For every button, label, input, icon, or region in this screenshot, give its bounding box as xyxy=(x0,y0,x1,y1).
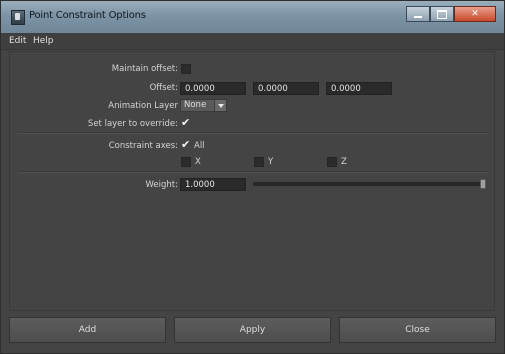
menu-help[interactable]: Help xyxy=(33,36,54,46)
minimize-icon xyxy=(414,16,422,18)
axis-z-label: Z xyxy=(341,157,347,167)
minimize-button[interactable] xyxy=(406,6,430,22)
animation-layer-label: Animation Layer xyxy=(108,101,178,111)
constraint-axes-label: Constraint axes: xyxy=(108,141,178,151)
menu-edit[interactable]: Edit xyxy=(9,36,26,46)
weight-label: Weight: xyxy=(145,180,178,190)
axis-all-label: All xyxy=(194,141,205,151)
window-controls: ✕ xyxy=(406,6,496,23)
axis-x-checkbox[interactable] xyxy=(181,157,191,167)
chevron-down-icon xyxy=(214,100,226,111)
weight-field[interactable]: 1.0000 xyxy=(180,178,246,191)
window-title: Point Constraint Options xyxy=(29,10,146,21)
close-button[interactable]: Close xyxy=(339,317,496,343)
close-icon: ✕ xyxy=(471,8,479,19)
separator xyxy=(18,132,488,134)
offset-label: Offset: xyxy=(149,83,178,93)
set-layer-checkbox[interactable]: ✔ xyxy=(181,117,190,128)
title-bar[interactable]: Point Constraint Options ✕ xyxy=(1,1,504,33)
add-button[interactable]: Add xyxy=(9,317,166,343)
maintain-offset-checkbox[interactable] xyxy=(181,64,191,74)
maintain-offset-label: Maintain offset: xyxy=(111,64,178,74)
maya-app-icon xyxy=(11,10,25,25)
axis-z-checkbox[interactable] xyxy=(327,157,337,167)
axis-x-label: X xyxy=(195,157,201,167)
set-layer-label: Set layer to override: xyxy=(87,119,178,129)
animation-layer-value: None xyxy=(184,100,207,110)
options-panel: Maintain offset: Offset: 0.0000 0.0000 0… xyxy=(9,51,495,311)
maximize-icon xyxy=(437,9,447,19)
offset-z-field[interactable]: 0.0000 xyxy=(326,82,392,95)
button-bar: Add Apply Close xyxy=(9,317,496,345)
apply-button[interactable]: Apply xyxy=(174,317,331,343)
weight-slider[interactable] xyxy=(253,182,486,186)
maximize-button[interactable] xyxy=(430,6,454,22)
offset-x-field[interactable]: 0.0000 xyxy=(180,82,246,95)
axis-y-checkbox[interactable] xyxy=(254,157,264,167)
close-window-button[interactable]: ✕ xyxy=(454,6,496,22)
point-constraint-options-window: Point Constraint Options ✕ Edit Help Mai… xyxy=(0,0,505,354)
animation-layer-dropdown[interactable]: None xyxy=(180,99,227,112)
separator xyxy=(18,171,488,173)
axis-all-checkbox[interactable]: ✔ xyxy=(181,139,190,150)
weight-slider-handle[interactable] xyxy=(480,179,486,189)
axis-y-label: Y xyxy=(268,157,274,167)
menu-bar: Edit Help xyxy=(1,33,504,50)
offset-y-field[interactable]: 0.0000 xyxy=(253,82,319,95)
